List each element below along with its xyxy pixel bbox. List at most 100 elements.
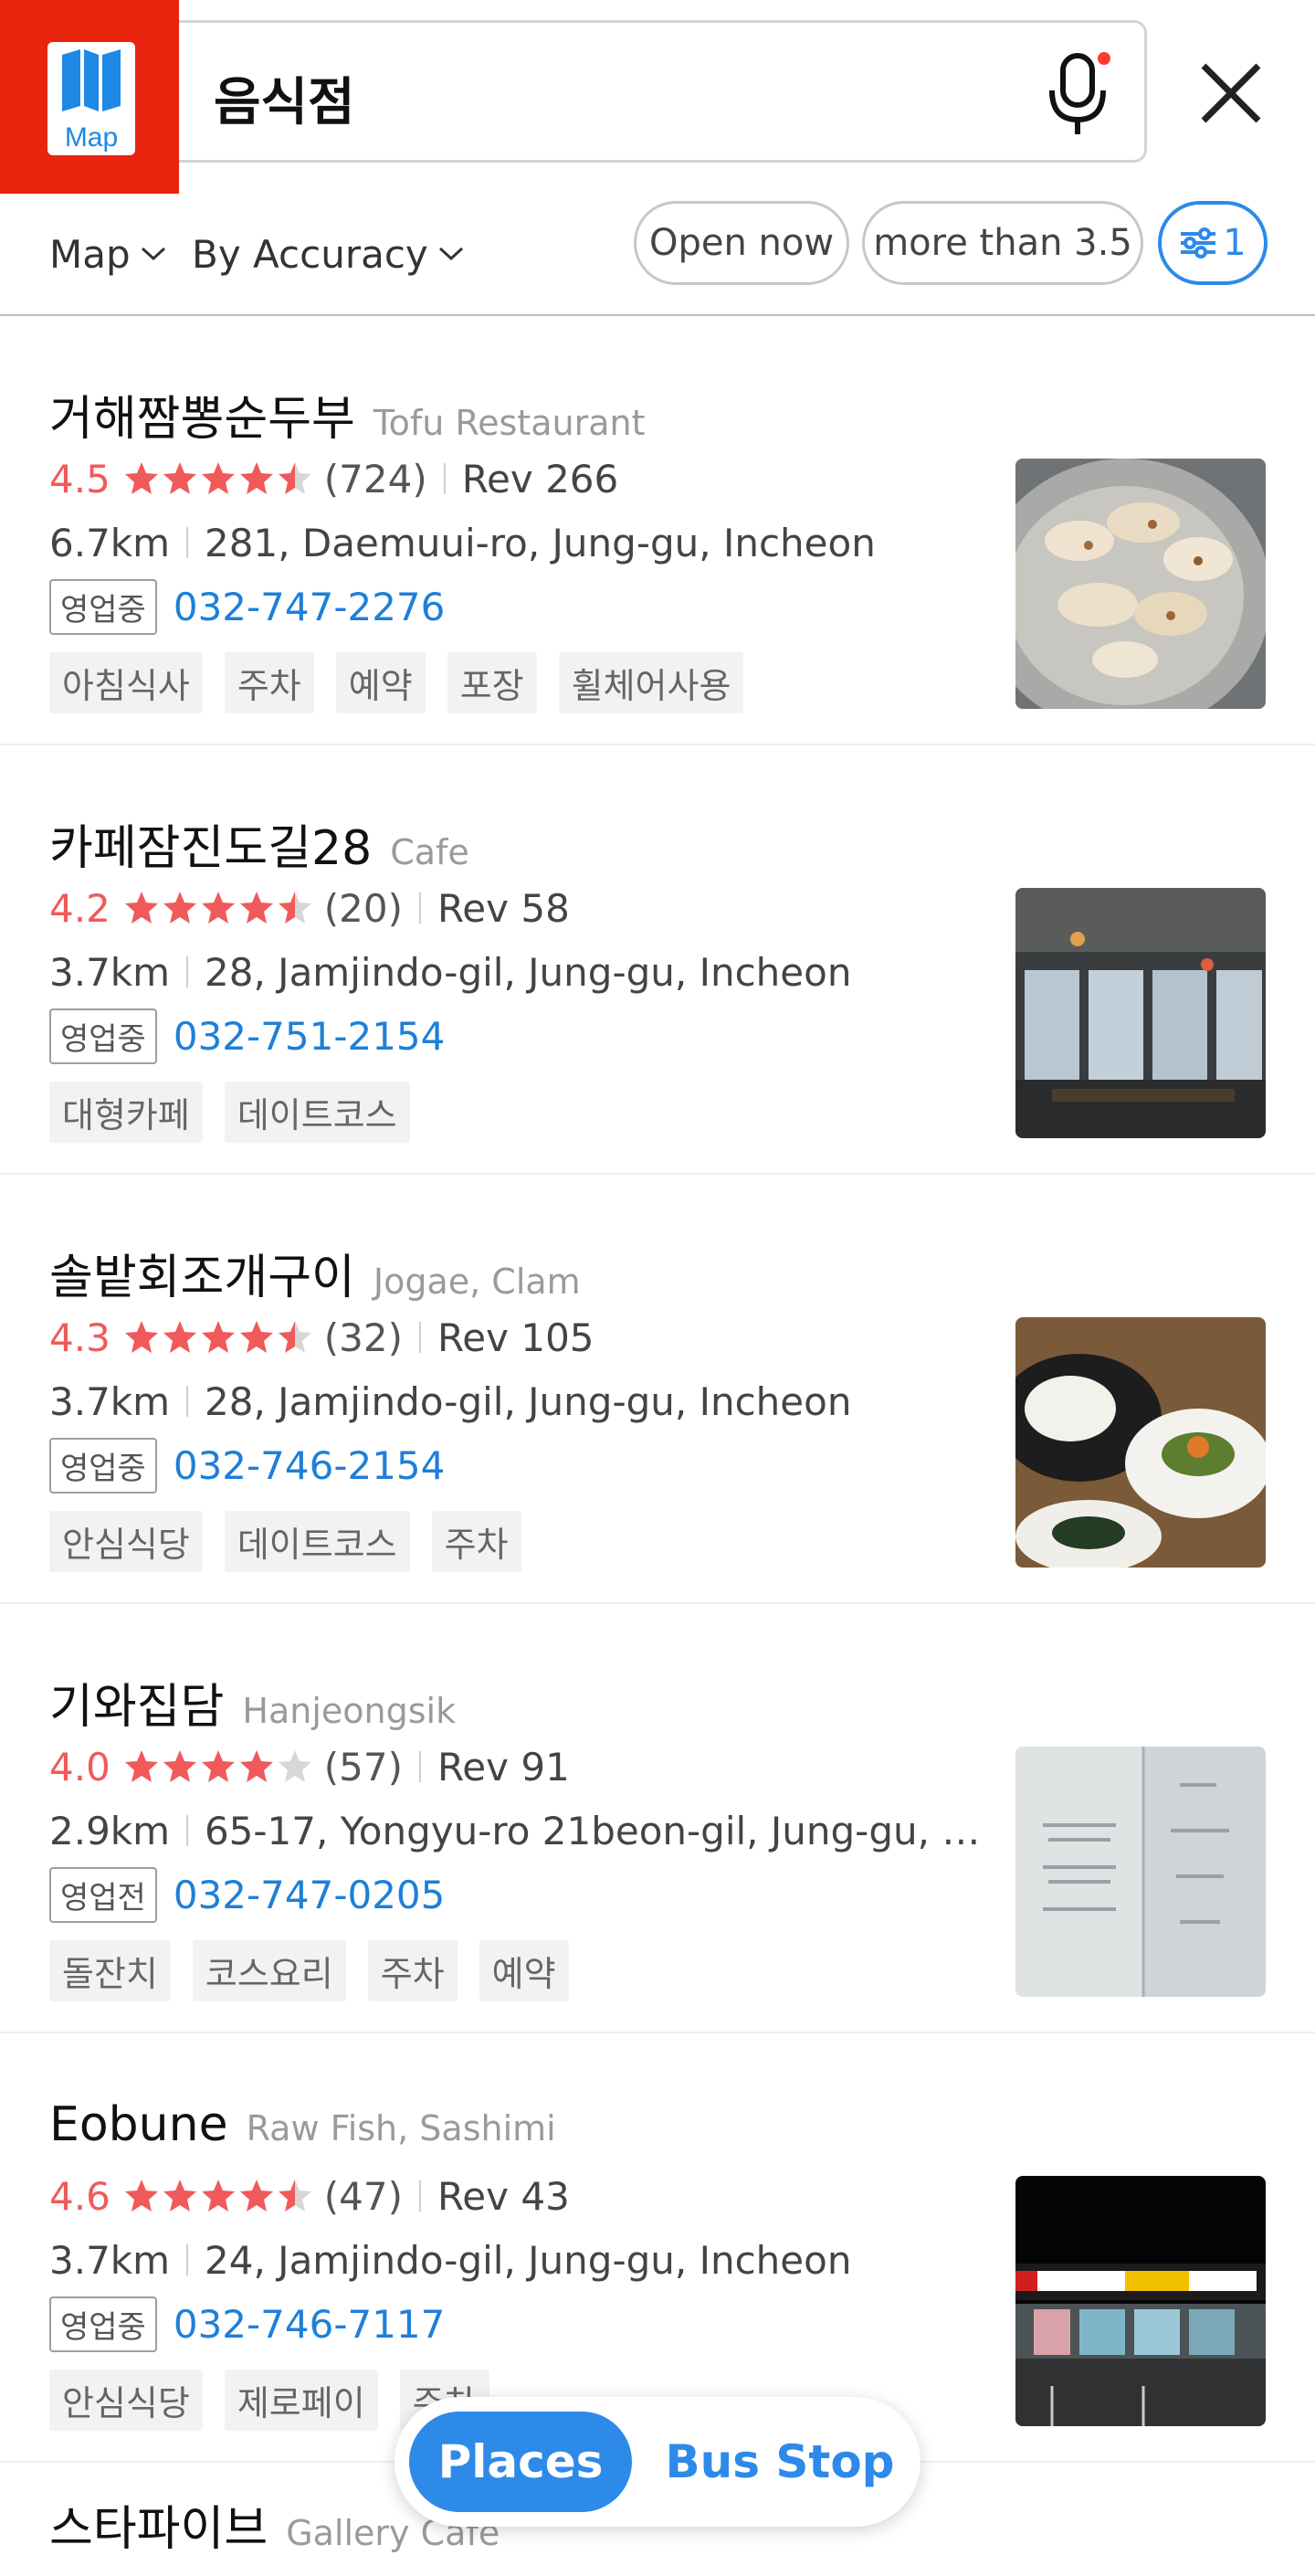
place-photo[interactable]	[1015, 459, 1266, 709]
place-name[interactable]: Eobune	[49, 2097, 228, 2152]
review-count[interactable]: (20)	[324, 886, 403, 931]
place-photo[interactable]	[1015, 2176, 1266, 2426]
top-bar: Map 음식점 Map By Accuracy Open now more th…	[0, 0, 1315, 316]
star-icon	[201, 1750, 235, 1782]
tag: 대형카페	[49, 1082, 203, 1143]
review-count[interactable]: (724)	[324, 457, 427, 501]
rev-count[interactable]: Rev 43	[437, 2174, 570, 2219]
status-badge: 영업중	[49, 1008, 157, 1064]
address: 281, Daemuui-ro, Jung-gu, Incheon	[205, 520, 876, 565]
status-badge: 영업중	[49, 578, 157, 635]
star-icon	[163, 2180, 196, 2212]
star-icon	[239, 1321, 273, 1353]
address: 28, Jamjindo-gil, Jung-gu, Incheon	[205, 1378, 852, 1424]
place-item[interactable]: 기와집담 Hanjeongsik 4.0 (57) Rev 91 2.9km 6…	[0, 1604, 1315, 2033]
tag: 안심식당	[49, 1511, 203, 1572]
star-rating	[123, 460, 315, 497]
tag: 데이트코스	[224, 1082, 410, 1143]
tag: 코스요리	[192, 1940, 346, 2001]
view-dropdown[interactable]: Map	[49, 219, 167, 289]
filter-count: 1	[1223, 222, 1247, 264]
place-photo[interactable]	[1015, 888, 1266, 1138]
sort-dropdown[interactable]: By Accuracy	[192, 219, 465, 289]
chevron-down-icon	[438, 247, 463, 261]
filter-settings-button[interactable]: 1	[1158, 201, 1268, 285]
tags: 아침식사 주차 예약 포장 휠체어사용	[49, 652, 765, 713]
tags: 안심식당 데이트코스 주차	[49, 1511, 543, 1572]
star-icon	[278, 462, 311, 494]
tag: 예약	[479, 1940, 569, 2001]
rev-count[interactable]: Rev 266	[462, 457, 619, 501]
star-icon	[201, 2180, 235, 2212]
tag: 휠체어사용	[558, 652, 744, 713]
place-name[interactable]: 카페잠진도길28	[49, 809, 372, 878]
chip-rating[interactable]: more than 3.5	[862, 201, 1143, 285]
place-item[interactable]: 카페잠진도길28 Cafe 4.2 (20) Rev 58 3.7km 28, …	[0, 745, 1315, 1175]
review-count[interactable]: (57)	[324, 1745, 403, 1789]
rating-value: 4.6	[49, 2173, 110, 2219]
star-icon	[201, 892, 235, 924]
place-item[interactable]: 솔밭회조개구이 Jogae, Clam 4.3 (32) Rev 105 3.7…	[0, 1175, 1315, 1604]
search-query[interactable]: 음식점	[214, 61, 355, 135]
star-icon	[239, 892, 273, 924]
place-name[interactable]: 거해짬뽕순두부	[49, 380, 355, 449]
star-icon	[278, 1750, 311, 1782]
tag: 데이트코스	[224, 1511, 410, 1572]
star-icon	[239, 2180, 273, 2212]
place-item[interactable]: 거해짬뽕순두부 Tofu Restaurant 4.5 (724) Rev 26…	[0, 316, 1315, 745]
tab-bus-stop[interactable]: Bus Stop	[659, 2412, 900, 2512]
star-icon	[163, 1750, 196, 1782]
place-photo[interactable]	[1015, 1317, 1266, 1568]
place-photo[interactable]	[1015, 1747, 1266, 1997]
rev-count[interactable]: Rev 105	[437, 1315, 594, 1360]
distance: 3.7km	[49, 1378, 171, 1424]
search-field[interactable]: 음식점	[179, 20, 1147, 163]
view-dropdown-label: Map	[49, 231, 131, 277]
chip-open-now[interactable]: Open now	[634, 201, 849, 285]
place-name[interactable]: 솔밭회조개구이	[49, 1239, 355, 1307]
status-badge: 영업중	[49, 2296, 157, 2352]
status-badge: 영업전	[49, 1866, 157, 1923]
phone-link[interactable]: 032-746-7117	[174, 2302, 446, 2347]
review-count[interactable]: (47)	[324, 2174, 403, 2219]
tags: 대형카페 데이트코스	[49, 1082, 432, 1143]
result-type-toggle: Places Bus Stop	[394, 2397, 920, 2527]
phone-link[interactable]: 032-747-0205	[174, 1873, 446, 1917]
app-logo[interactable]: Map	[0, 0, 179, 194]
review-count[interactable]: (32)	[324, 1315, 403, 1360]
tag: 예약	[335, 652, 426, 713]
tag: 돌잔치	[49, 1940, 171, 2001]
rev-count[interactable]: Rev 91	[437, 1745, 570, 1789]
recording-dot	[1098, 52, 1110, 65]
star-icon	[124, 892, 158, 924]
star-rating	[123, 1748, 315, 1785]
rev-count[interactable]: Rev 58	[437, 886, 570, 931]
close-icon[interactable]	[1193, 55, 1269, 132]
distance: 2.9km	[49, 1808, 171, 1853]
star-icon	[278, 2180, 311, 2212]
tag: 아침식사	[49, 652, 203, 713]
tag: 제로페이	[224, 2370, 378, 2431]
star-icon	[124, 1321, 158, 1353]
star-icon	[163, 892, 196, 924]
tab-places[interactable]: Places	[409, 2412, 632, 2512]
chevron-down-icon	[141, 247, 165, 261]
place-name[interactable]: 스타파이브	[49, 2490, 268, 2559]
place-category: Raw Fish, Sashimi	[246, 2108, 556, 2148]
tags: 돌잔치 코스요리 주차 예약	[49, 1940, 591, 2001]
logo-text: Map	[64, 122, 119, 153]
star-icon	[201, 462, 235, 494]
phone-link[interactable]: 032-747-2276	[174, 585, 446, 629]
place-category: Hanjeongsik	[242, 1691, 457, 1731]
tag: 포장	[447, 652, 537, 713]
tag: 주차	[224, 652, 314, 713]
map-icon: Map	[47, 42, 135, 155]
phone-link[interactable]: 032-751-2154	[174, 1014, 446, 1059]
distance: 6.7km	[49, 520, 171, 565]
star-icon	[124, 2180, 158, 2212]
place-name[interactable]: 기와집담	[49, 1668, 224, 1737]
star-icon	[201, 1321, 235, 1353]
phone-link[interactable]: 032-746-2154	[174, 1443, 446, 1488]
filter-bar: Map By Accuracy Open now more than 3.5 1	[0, 194, 1315, 314]
address: 65-17, Yongyu-ro 21beon-gil, Jung-gu, In…	[204, 1808, 981, 1853]
